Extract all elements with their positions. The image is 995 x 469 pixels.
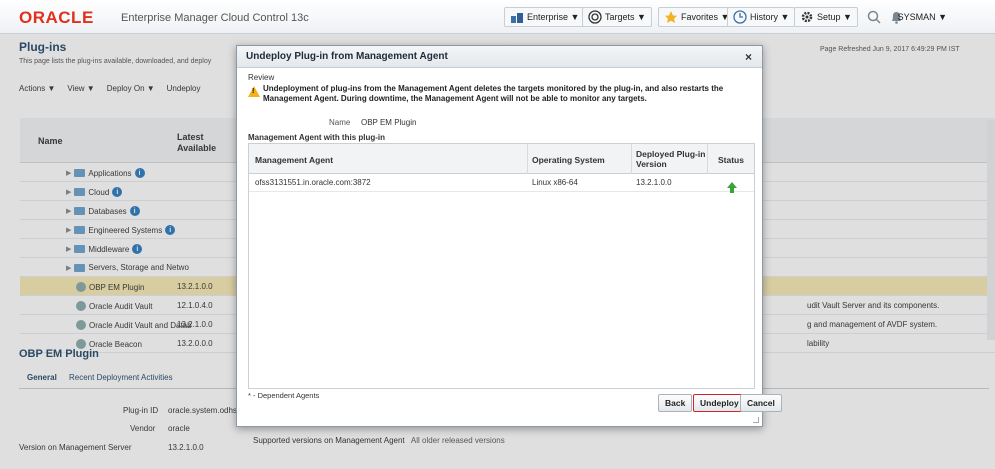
resize-handle[interactable]: [753, 417, 759, 423]
column-status[interactable]: Status: [718, 155, 744, 165]
warning-text: Undeployment of plug-ins from the Manage…: [263, 84, 724, 103]
column-separator: [631, 144, 632, 174]
targets-icon: [588, 10, 602, 24]
cancel-button[interactable]: Cancel: [740, 394, 782, 412]
plugin-name-value: OBP EM Plugin: [361, 118, 417, 127]
history-menu[interactable]: History ▼: [727, 7, 796, 27]
dialog-header[interactable]: Undeploy Plug-in from Management Agent ×: [237, 46, 762, 68]
supported-value: All older released versions: [410, 436, 505, 445]
supported-label: Supported versions on Management Agent: [253, 436, 405, 445]
top-header: ORACLE Enterprise Manager Cloud Control …: [0, 0, 995, 34]
review-label: Review: [248, 73, 275, 82]
oracle-logo[interactable]: ORACLE: [19, 8, 94, 28]
undeploy-confirm-button[interactable]: Undeploy: [693, 394, 746, 412]
history-label: History ▼: [750, 12, 790, 22]
plugin-name-label: Name: [329, 118, 351, 127]
undeploy-dialog: Undeploy Plug-in from Management Agent ×…: [236, 45, 782, 427]
agent-deployed-version: 13.2.1.0.0: [636, 178, 672, 187]
favorites-label: Favorites ▼: [681, 12, 730, 22]
close-icon[interactable]: ×: [745, 50, 752, 64]
agents-table-header: Management Agent Operating System Deploy…: [249, 144, 754, 174]
agent-os: Linux x86-64: [532, 178, 578, 187]
targets-label: Targets ▼: [605, 12, 646, 22]
column-separator: [527, 144, 528, 174]
dialog-title: Undeploy Plug-in from Management Agent: [246, 51, 448, 62]
back-button[interactable]: Back: [658, 394, 693, 412]
agent-name: ofss3131551.in.oracle.com:3872: [255, 178, 371, 187]
targets-menu[interactable]: Targets ▼: [582, 7, 652, 27]
table-row[interactable]: ofss3131551.in.oracle.com:3872 Linux x86…: [249, 174, 754, 193]
supported-versions: Supported versions on Management Agent A…: [253, 436, 505, 445]
enterprise-menu[interactable]: Enterprise ▼: [504, 7, 586, 27]
warning-icon: !: [248, 86, 260, 97]
setup-menu[interactable]: Setup ▼: [794, 7, 858, 27]
column-deployed-version[interactable]: Deployed Plug-in Version: [636, 149, 706, 169]
column-separator: [707, 144, 708, 174]
star-icon: [664, 10, 678, 24]
favorites-menu[interactable]: Favorites ▼: [658, 7, 736, 27]
dependent-agents-note: * - Dependent Agents: [248, 391, 320, 400]
user-menu[interactable]: SYSMAN ▼: [898, 12, 947, 22]
agents-table: Management Agent Operating System Deploy…: [248, 143, 755, 389]
warning-message: ! Undeployment of plug-ins from the Mana…: [248, 84, 753, 104]
column-operating-system[interactable]: Operating System: [532, 155, 605, 165]
setup-label: Setup ▼: [817, 12, 852, 22]
product-name: Enterprise Manager Cloud Control 13c: [121, 12, 309, 24]
gear-icon: [800, 10, 814, 24]
search-icon[interactable]: [867, 10, 881, 26]
enterprise-label: Enterprise ▼: [527, 12, 580, 22]
column-management-agent[interactable]: Management Agent: [255, 155, 333, 165]
history-icon: [733, 10, 747, 24]
agents-section-title: Management Agent with this plug-in: [248, 133, 386, 142]
enterprise-icon: [510, 10, 524, 24]
